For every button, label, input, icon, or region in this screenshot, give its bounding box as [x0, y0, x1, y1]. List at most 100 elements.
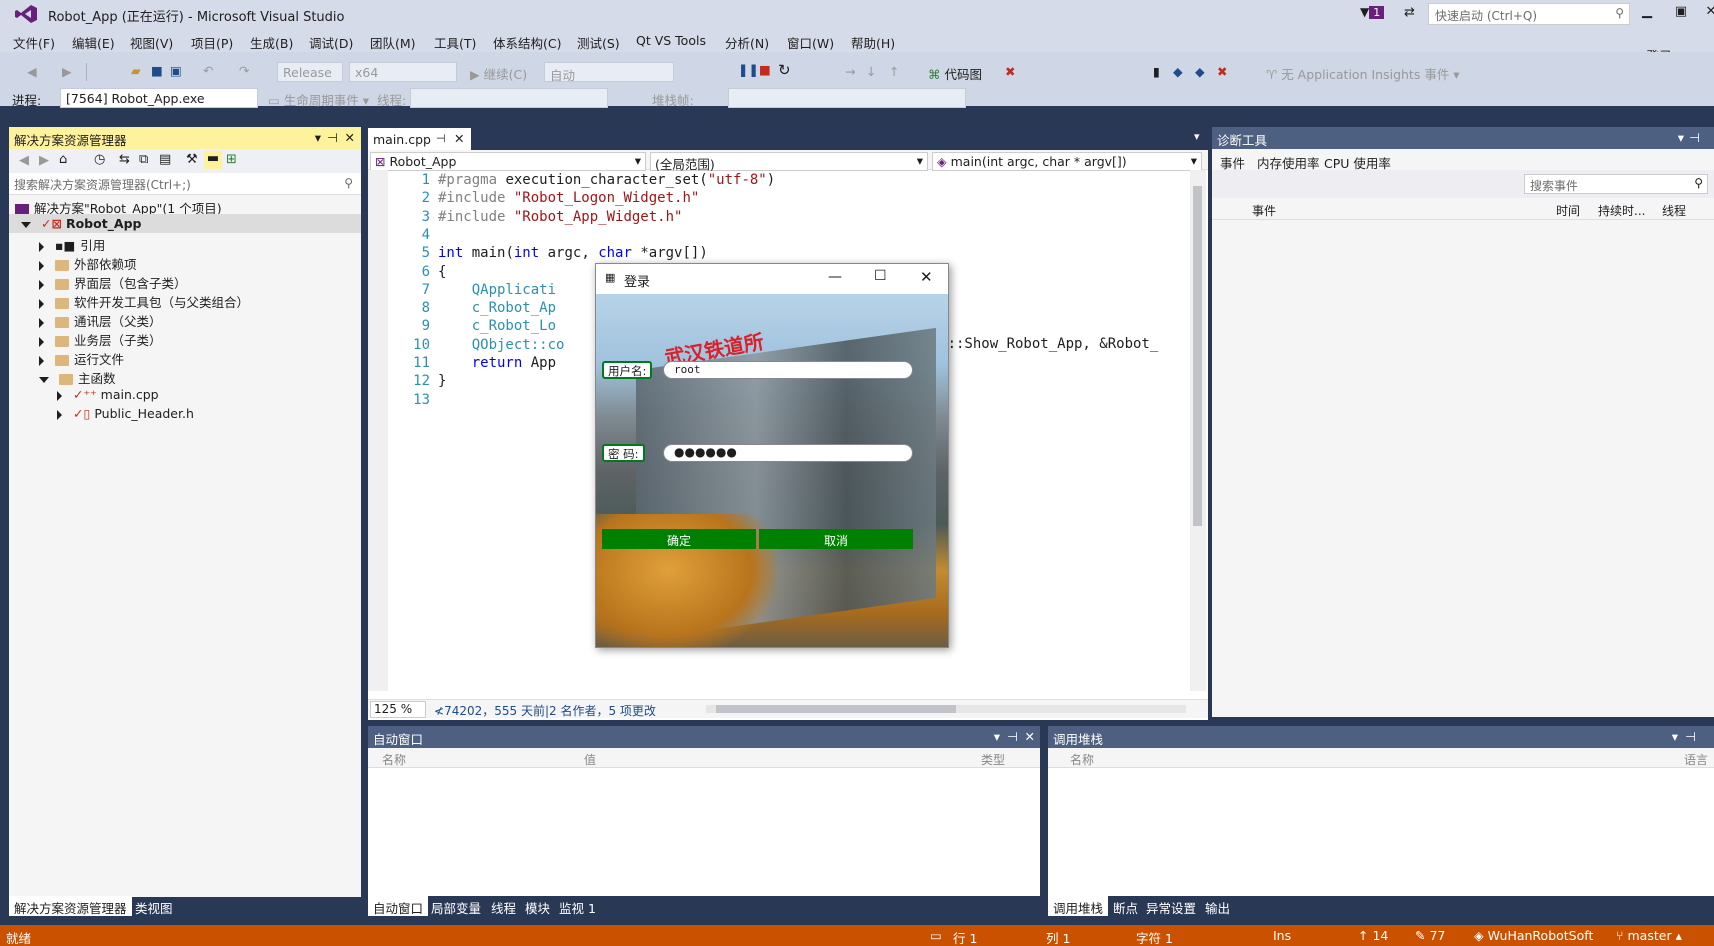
close-icon[interactable]: ✕	[1025, 729, 1035, 744]
menu-file[interactable]: 文件(F)	[13, 33, 55, 52]
tab-call-stack[interactable]: 调用堆栈	[1048, 896, 1109, 916]
expand-icon[interactable]	[39, 260, 44, 271]
class-diagram-icon[interactable]: ⊞	[226, 152, 237, 167]
codelens-info[interactable]: ≮74202，555 天前|2 名作者，5 项更改	[434, 702, 656, 719]
dropdown-icon[interactable]: ▾	[1678, 130, 1684, 145]
clear-bookmarks-icon[interactable]: ✖	[1217, 64, 1227, 79]
preview-icon[interactable]: ▬	[204, 151, 222, 169]
pin-icon[interactable]: ⊣	[1007, 729, 1018, 744]
pin-icon[interactable]: ⊣	[1689, 130, 1700, 145]
code-line[interactable]: 1 #pragma execution_character_set("utf-8"…	[368, 172, 1188, 192]
autos-title[interactable]: 自动窗口 ▾ ⊣ ✕	[368, 726, 1040, 748]
column-language[interactable]: 语言	[1684, 751, 1708, 768]
tab-threads[interactable]: 线程	[486, 896, 521, 916]
column-name[interactable]: 名称	[382, 751, 406, 768]
menu-debug[interactable]: 调试(D)	[309, 33, 353, 52]
tab-watch-1[interactable]: 监视 1	[554, 896, 601, 916]
step-over-icon[interactable]: →	[845, 64, 855, 79]
editor-tab-main-cpp[interactable]: main.cpp ⊣ ✕	[368, 128, 471, 150]
horizontal-scrollbar[interactable]	[706, 705, 1186, 713]
tree-item-ui-layer[interactable]: 界面层（包含子类）	[39, 273, 187, 292]
expand-icon[interactable]	[21, 221, 31, 228]
column-thread[interactable]: 线程	[1662, 202, 1686, 219]
expand-icon[interactable]	[57, 409, 62, 420]
menu-edit[interactable]: 编辑(E)	[72, 33, 115, 52]
username-input[interactable]: root	[663, 361, 913, 379]
column-value[interactable]: 值	[584, 751, 596, 768]
collapse-icon[interactable]: ⧉	[139, 152, 148, 167]
save-icon[interactable]: ■	[151, 63, 163, 78]
menu-build[interactable]: 生成(B)	[250, 33, 293, 52]
close-icon[interactable]: ✕	[345, 130, 355, 145]
feedback-icon[interactable]: ⇄	[1404, 5, 1415, 20]
output-icon[interactable]: ▭	[930, 928, 942, 943]
tab-autos[interactable]: 自动窗口	[368, 896, 429, 916]
menu-architecture[interactable]: 体系结构(C)	[493, 33, 561, 52]
properties-icon[interactable]: ⚒	[186, 152, 198, 167]
thread-dropdown[interactable]	[410, 88, 608, 108]
configuration-dropdown[interactable]: Release	[277, 62, 343, 82]
stack-frame-dropdown[interactable]	[728, 88, 966, 108]
menu-tools[interactable]: 工具(T)	[434, 33, 476, 52]
pin-icon[interactable]: ⊣	[327, 130, 338, 145]
code-line[interactable]: 4	[368, 227, 1188, 247]
breakpoint-icon[interactable]: ✖	[1005, 64, 1015, 79]
tree-item-main-function[interactable]: 主函数	[39, 368, 116, 387]
expand-icon[interactable]	[39, 336, 44, 347]
column-event[interactable]: 事件	[1252, 202, 1276, 219]
sync-icon[interactable]: ⇆	[119, 152, 130, 167]
close-icon[interactable]: ✕	[920, 268, 933, 286]
debug-target-dropdown[interactable]: 自动	[544, 62, 674, 83]
application-insights-button[interactable]: ♈ 无 Application Insights 事件 ▾	[1266, 64, 1460, 83]
tree-file-main-cpp[interactable]: ✓⁺⁺ main.cpp	[57, 387, 159, 402]
dropdown-icon[interactable]: ▾	[994, 729, 1000, 744]
home-icon[interactable]: ⌂	[59, 152, 67, 167]
menu-project[interactable]: 项目(P)	[191, 33, 233, 52]
show-all-icon[interactable]: ▤	[159, 152, 171, 167]
tree-project-node[interactable]: ✓⊠ Robot_App	[21, 216, 142, 231]
restart-button[interactable]: ↻	[778, 61, 791, 79]
tab-overflow-icon[interactable]: ▾	[1194, 130, 1200, 143]
quick-launch-input[interactable]: 快速启动 (Ctrl+Q) ⚲	[1428, 3, 1630, 25]
ok-button[interactable]: 确定	[602, 529, 756, 549]
pin-icon[interactable]: ⊣	[1685, 729, 1696, 744]
diagnostic-tools-title[interactable]: 诊断工具 ▾ ⊣	[1212, 127, 1714, 149]
tree-item-references[interactable]: ▪■ 引用	[39, 235, 105, 254]
minimize-button[interactable]: ▁	[1632, 4, 1662, 24]
expand-icon[interactable]	[39, 279, 44, 290]
repository[interactable]: ◈ WuHanRobotSoft	[1474, 928, 1593, 943]
open-folder-icon[interactable]: ▰	[131, 63, 141, 78]
project-nav-dropdown[interactable]: ⊠ Robot_App ▾	[370, 152, 646, 171]
dropdown-icon[interactable]: ▾	[1672, 729, 1678, 744]
step-out-icon[interactable]: ↑	[889, 64, 899, 79]
vertical-scrollbar[interactable]	[1190, 170, 1206, 691]
member-nav-dropdown[interactable]: ◈ main(int argc, char * argv[]) ▾	[932, 152, 1202, 171]
tab-solution-explorer[interactable]: 解决方案资源管理器	[9, 896, 132, 916]
bookmark-icon[interactable]: ▮	[1153, 64, 1160, 79]
pending-changes[interactable]: ✎ 77	[1415, 928, 1445, 943]
tree-file-public-header[interactable]: ✓▯ Public_Header.h	[57, 406, 194, 421]
expand-icon[interactable]	[39, 298, 44, 309]
code-map-button[interactable]: ⌘ 代码图	[928, 64, 982, 83]
notifications-button[interactable]: ▼ 1	[1360, 5, 1385, 19]
close-window-button[interactable]: ✕	[1696, 4, 1714, 24]
event-search-input[interactable]: 搜索事件 ⚲	[1524, 174, 1708, 194]
back-icon[interactable]: ◀	[19, 153, 29, 168]
history-icon[interactable]: ◷	[94, 152, 105, 167]
tab-exception-settings[interactable]: 异常设置	[1141, 896, 1201, 916]
tree-item-business-layer[interactable]: 业务层（子类）	[39, 330, 162, 349]
back-button[interactable]: ◀	[27, 64, 37, 79]
prev-bookmark-icon[interactable]: ◆	[1173, 64, 1183, 79]
cancel-button[interactable]: 取消	[759, 529, 913, 549]
tab-output[interactable]: 输出	[1200, 896, 1235, 916]
column-duration[interactable]: 持续时...	[1598, 202, 1645, 219]
next-bookmark-icon[interactable]: ◆	[1195, 64, 1205, 79]
save-all-icon[interactable]: ▣	[170, 63, 182, 78]
menu-qt-vs-tools[interactable]: Qt VS Tools	[636, 33, 706, 48]
tree-item-sdk[interactable]: 软件开发工具包（与父类组合）	[39, 292, 249, 311]
password-input[interactable]: ●●●●●●	[663, 444, 913, 462]
menu-test[interactable]: 测试(S)	[577, 33, 620, 52]
undo-icon[interactable]: ↶	[203, 63, 213, 78]
pin-icon[interactable]: ⊣	[436, 132, 446, 145]
scrollbar-thumb[interactable]	[1193, 186, 1202, 526]
